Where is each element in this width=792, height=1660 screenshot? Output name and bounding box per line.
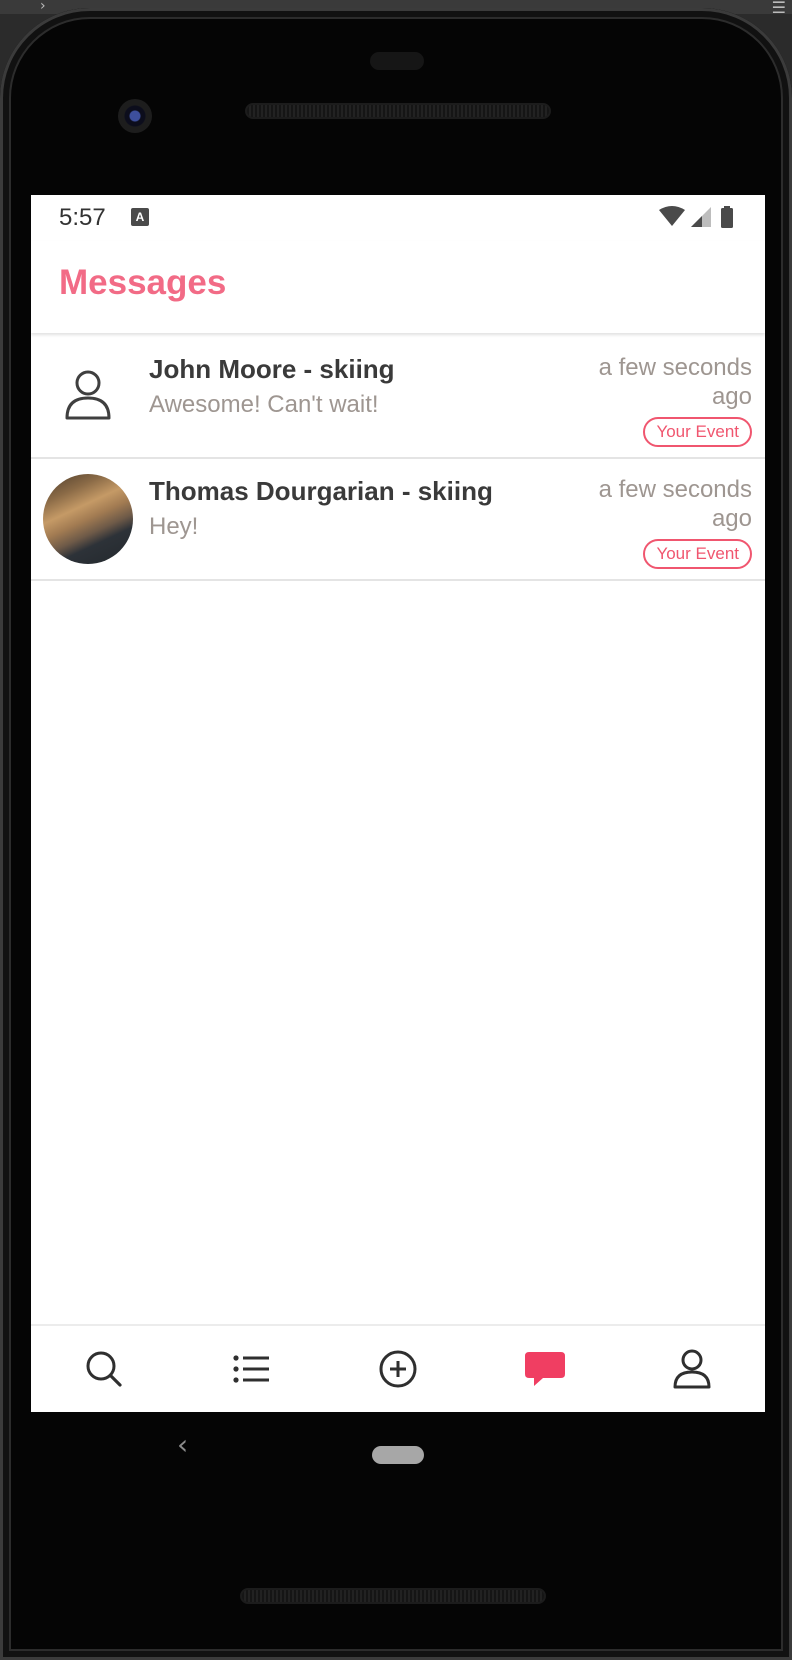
earpiece-slot: [370, 52, 424, 70]
status-bar: 5:57 A: [31, 195, 765, 241]
keyboard-indicator-icon: A: [131, 208, 149, 226]
conversation-item[interactable]: John Moore - skiing Awesome! Can't wait!…: [31, 337, 765, 459]
chat-bubble-icon: [524, 1352, 565, 1386]
front-camera: [118, 99, 152, 133]
tab-search[interactable]: [54, 1329, 154, 1409]
back-icon[interactable]: ‹: [177, 1428, 188, 1461]
top-speaker: [245, 103, 551, 119]
event-badge: Your Event: [643, 539, 752, 569]
conversation-item[interactable]: Thomas Dourgarian - skiing Hey! a few se…: [31, 459, 765, 581]
wifi-icon: [659, 206, 685, 226]
status-time: 5:57: [59, 204, 106, 231]
app-screen: 5:57 A Messages John Moore - skiing Awes…: [31, 195, 765, 1412]
tab-add[interactable]: [348, 1329, 448, 1409]
event-badge: Your Event: [643, 417, 752, 447]
menu-icon[interactable]: ☰: [772, 0, 786, 16]
battery-icon: [721, 206, 733, 228]
bottom-speaker: [240, 1588, 546, 1604]
status-icons: [659, 206, 741, 230]
profile-icon: [673, 1349, 711, 1389]
system-navigation-bar: ‹: [31, 1412, 765, 1502]
conversation-name: Thomas Dourgarian - skiing: [149, 476, 493, 506]
tab-messages[interactable]: [495, 1329, 595, 1409]
add-circle-icon: [379, 1350, 417, 1388]
collapse-chevron-icon[interactable]: ›: [40, 0, 46, 14]
avatar: [43, 352, 133, 442]
conversation-name: John Moore - skiing: [149, 354, 395, 384]
bottom-tab-bar: [31, 1324, 765, 1412]
conversation-list: John Moore - skiing Awesome! Can't wait!…: [31, 337, 765, 581]
page-title: Messages: [59, 263, 227, 302]
avatar-photo: [43, 474, 133, 564]
list-icon: [233, 1355, 270, 1383]
conversation-time: a few seconds ago: [598, 476, 752, 532]
conversation-time: a few seconds ago: [598, 354, 752, 410]
person-outline-icon: [65, 370, 111, 420]
conversation-preview: Hey!: [149, 513, 199, 540]
signal-icon: [691, 207, 711, 227]
home-button[interactable]: [372, 1446, 424, 1464]
search-icon: [86, 1351, 122, 1387]
tab-profile[interactable]: [642, 1329, 742, 1409]
app-bar: Messages: [31, 241, 765, 333]
tab-list[interactable]: [201, 1329, 301, 1409]
conversation-preview: Awesome! Can't wait!: [149, 391, 379, 418]
